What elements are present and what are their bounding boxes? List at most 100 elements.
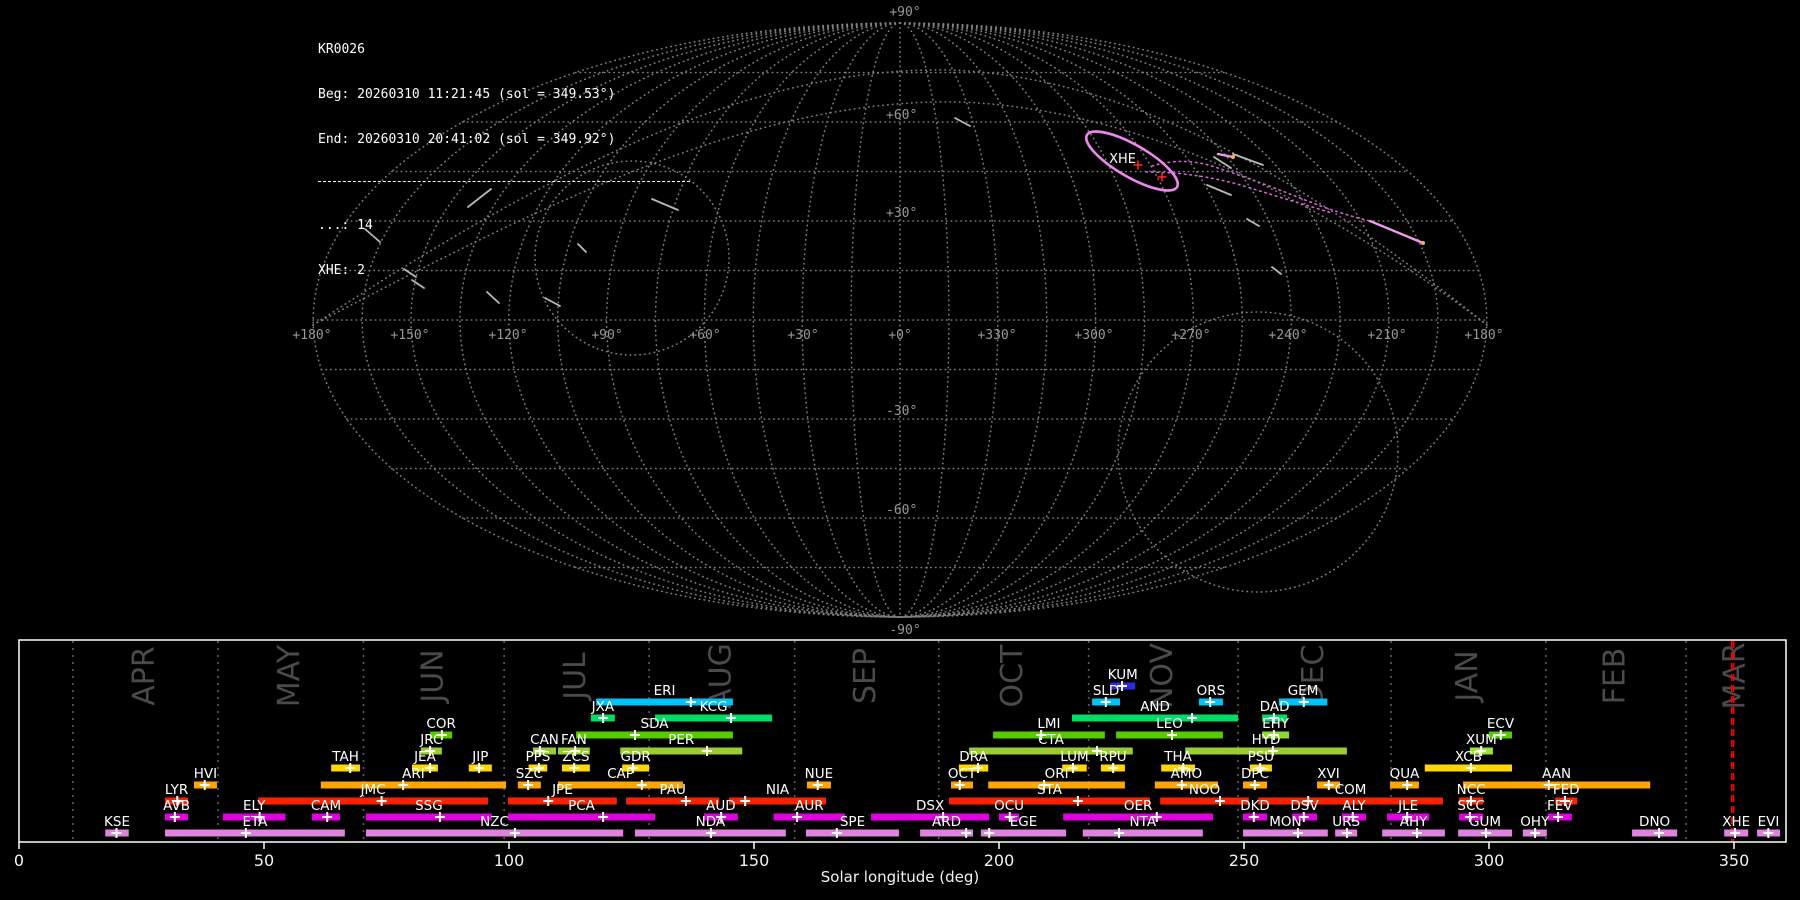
lon-grid-label: +330° [977, 328, 1016, 343]
shower-code-label: ARI [402, 766, 425, 782]
lon-grid-label: +180° [1464, 328, 1503, 343]
month-label: APR [127, 646, 162, 705]
axis-tick-label: 250 [1229, 851, 1260, 870]
shower-code-label: DKD [1240, 798, 1270, 814]
shower-code-label: PER [668, 732, 694, 748]
shower-code-label: AND [1140, 699, 1170, 715]
shower-code-label: THA [1163, 749, 1192, 765]
xhe-count: XHE: 2 [318, 263, 365, 278]
shower-code-label: LUM [1060, 749, 1088, 765]
shower-code-label: KUM [1108, 667, 1138, 683]
shower-code-label: GUM [1469, 814, 1501, 830]
shower-code-label: COM [1335, 782, 1367, 798]
shower-code-label: EVI [1758, 814, 1780, 830]
shower-code-label: NOO [1189, 782, 1220, 798]
shower-code-label: PCA [568, 798, 596, 814]
shower-bar [508, 813, 656, 821]
shower-code-label: AAN [1542, 766, 1571, 782]
separator-dashed-line [318, 181, 690, 182]
sporadic-count: ...: 14 [318, 218, 373, 233]
shower-code-label: STA [1037, 782, 1063, 798]
shower-code-label: FAN [561, 732, 587, 748]
pole-grid-label: +90° [889, 5, 920, 20]
shower-code-label: PAU [659, 782, 685, 798]
shower-code-label: TAH [331, 749, 359, 765]
shower-code-label: JIP [471, 749, 488, 765]
lon-grid-label: +90° [591, 328, 622, 343]
shower-bar [365, 829, 624, 837]
shower-code-label: CAN [530, 732, 559, 748]
begin-time: Beg: 20260310 11:21:45 (sol = 349.53°) [318, 87, 616, 102]
lon-grid-label: +30° [787, 328, 818, 343]
shower-bar [258, 797, 488, 805]
xhe-radiant-label: XHE [1109, 152, 1136, 167]
sporadic-meteor-streak [1213, 156, 1232, 169]
shower-code-label: JXA [591, 699, 615, 715]
shower-code-label: LYR [165, 782, 188, 798]
shower-code-label: DNO [1639, 814, 1670, 830]
shower-code-label: OCU [994, 798, 1024, 814]
sporadic-meteor-streak [1206, 184, 1232, 196]
month-label: JUN [415, 649, 450, 704]
xhe-meteor-tip [1421, 241, 1425, 245]
x-axis-title: Solar longitude (deg) [821, 868, 979, 886]
station-id: KR0026 [318, 42, 365, 57]
shower-code-label: KCG [700, 699, 728, 715]
shower-code-label: SSG [415, 798, 443, 814]
shower-code-label: JRC [419, 732, 442, 748]
shower-code-label: ORI [1045, 766, 1069, 782]
axis-tick-label: 200 [984, 851, 1015, 870]
shower-code-label: JLE [1397, 798, 1418, 814]
shower-code-label: OCT [948, 766, 977, 782]
shower-bar [1243, 829, 1328, 837]
axis-tick-label: 100 [494, 851, 525, 870]
month-label: JUL [558, 652, 593, 702]
shower-code-label: PSU [1248, 749, 1275, 765]
shower-code-label: AVB [163, 798, 190, 814]
month-label: JAN [1450, 650, 1485, 703]
lon-grid-label: +270° [1171, 328, 1210, 343]
shower-code-label: OHY [1520, 814, 1550, 830]
shower-code-label: COR [426, 716, 455, 732]
shower-code-label: PPS [525, 749, 550, 765]
shower-code-label: AUR [795, 798, 824, 814]
shower-bar [655, 714, 773, 722]
shower-code-label: NIA [766, 782, 790, 798]
shower-bar [805, 829, 900, 837]
shower-code-label: GEM [1288, 683, 1319, 699]
shower-code-label: LMI [1037, 716, 1060, 732]
shower-code-label: NZC [480, 814, 509, 830]
sporadic-meteor-streak [1246, 218, 1260, 227]
observation-summary: KR0026 Beg: 20260310 11:21:45 (sol = 349… [318, 12, 690, 308]
shower-code-label: CAM [311, 798, 341, 814]
shower-bar [576, 731, 733, 739]
shower-code-label: DSX [916, 798, 944, 814]
shower-code-label: GDR [621, 749, 651, 765]
shower-bar [365, 813, 492, 821]
shower-code-label: ORS [1197, 683, 1226, 699]
shower-code-label: FED [1553, 782, 1580, 798]
shower-code-label: CAP [607, 766, 634, 782]
shower-code-label: LEO [1156, 716, 1183, 732]
sky-map-and-activity-plot: +180° +150° +120° +90° +60° +30° +0° +330° +300°… [14, 5, 1787, 886]
shower-bar [1082, 829, 1203, 837]
shower-bar [949, 797, 1150, 805]
shower-code-label: SZC [516, 766, 543, 782]
axis-tick-label: 0 [14, 851, 24, 870]
shower-code-label: SDA [641, 716, 670, 732]
axis-tick-label: 300 [1474, 851, 1505, 870]
lon-grid-label: +60° [689, 328, 720, 343]
shower-code-label: NCC [1457, 782, 1486, 798]
shower-bar [871, 813, 990, 821]
shower-code-label: JEA [413, 749, 437, 765]
source-circle [1117, 311, 1399, 593]
lon-grid-label: +0° [888, 328, 911, 343]
lat-grid-label: -30° [886, 404, 917, 419]
shower-code-label: NDA [696, 814, 726, 830]
lon-grid-label: +210° [1367, 328, 1406, 343]
shower-bar [320, 781, 507, 789]
shower-code-label: AMO [1171, 766, 1203, 782]
pole-grid-label: -90° [889, 623, 920, 638]
xhe-trail-dotted [1145, 171, 1333, 214]
shower-bar [1072, 714, 1239, 722]
